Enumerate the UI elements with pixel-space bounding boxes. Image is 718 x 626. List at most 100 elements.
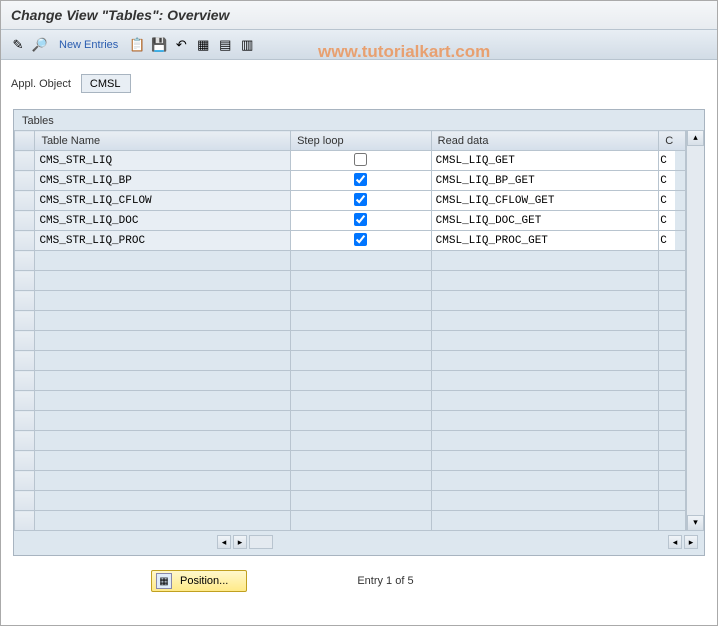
table-row (15, 151, 686, 171)
row-selector[interactable] (15, 491, 35, 511)
row-selector[interactable] (15, 251, 35, 271)
empty-cell (431, 331, 659, 351)
row-selector[interactable] (15, 451, 35, 471)
empty-cell (431, 451, 659, 471)
step-loop-checkbox[interactable] (354, 233, 367, 246)
entry-counter: Entry 1 of 5 (357, 575, 413, 587)
appl-object-label: Appl. Object (11, 78, 71, 90)
read-data-cell[interactable] (432, 231, 659, 250)
table-name-cell[interactable] (35, 171, 290, 190)
hscroll-left-icon[interactable]: ◂ (217, 535, 231, 549)
empty-cell (659, 291, 686, 311)
read-data-cell[interactable] (432, 211, 659, 230)
empty-cell (291, 251, 432, 271)
row-selector[interactable] (15, 351, 35, 371)
step-loop-checkbox[interactable] (354, 213, 367, 226)
col-c[interactable]: C (659, 131, 686, 151)
position-label: Position... (180, 575, 228, 587)
empty-cell (659, 451, 686, 471)
row-selector[interactable] (15, 291, 35, 311)
step-loop-checkbox[interactable] (354, 193, 367, 206)
cell-step-loop (291, 151, 432, 171)
table-name-cell[interactable] (35, 231, 290, 250)
empty-cell (35, 311, 291, 331)
hscroll-left2-icon[interactable]: ◂ (668, 535, 682, 549)
scroll-down-icon[interactable]: ▾ (687, 515, 704, 531)
scroll-track[interactable] (687, 146, 704, 515)
empty-cell (659, 471, 686, 491)
table-name-cell[interactable] (35, 191, 290, 210)
select-all-icon[interactable]: ▦ (194, 36, 212, 54)
row-selector[interactable] (15, 331, 35, 351)
empty-cell (291, 331, 432, 351)
vertical-scrollbar[interactable]: ▴ ▾ (686, 130, 704, 531)
c-cell[interactable] (659, 151, 675, 170)
row-selector[interactable] (15, 511, 35, 531)
row-selector[interactable] (15, 471, 35, 491)
select-block-icon[interactable]: ▤ (216, 36, 234, 54)
table-row (15, 231, 686, 251)
empty-cell (291, 411, 432, 431)
empty-cell (35, 271, 291, 291)
row-selector[interactable] (15, 171, 35, 191)
empty-cell (291, 451, 432, 471)
grid-caption: Tables (14, 110, 704, 130)
row-selector[interactable] (15, 371, 35, 391)
table-row-empty (15, 271, 686, 291)
read-data-cell[interactable] (432, 151, 659, 170)
position-button[interactable]: ▦ Position... (151, 570, 247, 592)
row-selector[interactable] (15, 391, 35, 411)
empty-cell (35, 251, 291, 271)
read-data-cell[interactable] (432, 191, 659, 210)
row-selector[interactable] (15, 411, 35, 431)
c-cell[interactable] (659, 211, 675, 230)
c-cell[interactable] (659, 171, 675, 190)
new-entries-button[interactable]: New Entries (53, 39, 124, 51)
row-selector[interactable] (15, 231, 35, 251)
cell-table-name (35, 231, 291, 251)
c-cell[interactable] (659, 231, 675, 250)
copy-icon[interactable]: 📋 (128, 36, 146, 54)
empty-cell (659, 391, 686, 411)
empty-cell (291, 471, 432, 491)
undo-icon[interactable]: ↶ (172, 36, 190, 54)
empty-cell (659, 351, 686, 371)
row-selector[interactable] (15, 191, 35, 211)
table-row-empty (15, 291, 686, 311)
display-icon[interactable]: 🔎 (31, 36, 49, 54)
empty-cell (431, 251, 659, 271)
filter-row: Appl. Object (1, 60, 717, 99)
row-selector[interactable] (15, 431, 35, 451)
scroll-up-icon[interactable]: ▴ (687, 130, 704, 146)
cell-table-name (35, 211, 291, 231)
col-selector[interactable] (15, 131, 35, 151)
empty-cell (35, 391, 291, 411)
empty-cell (431, 291, 659, 311)
read-data-cell[interactable] (432, 171, 659, 190)
c-cell[interactable] (659, 191, 675, 210)
empty-cell (659, 271, 686, 291)
col-read-data[interactable]: Read data (431, 131, 659, 151)
col-step-loop[interactable]: Step loop (291, 131, 432, 151)
row-selector[interactable] (15, 211, 35, 231)
table-name-cell[interactable] (35, 211, 290, 230)
hscroll-right2-icon[interactable]: ▸ (684, 535, 698, 549)
row-selector[interactable] (15, 151, 35, 171)
table-row-empty (15, 351, 686, 371)
empty-cell (291, 511, 432, 531)
row-selector[interactable] (15, 271, 35, 291)
empty-cell (35, 411, 291, 431)
table-name-cell[interactable] (35, 151, 290, 170)
step-loop-checkbox[interactable] (354, 153, 367, 166)
col-table-name[interactable]: Table Name (35, 131, 291, 151)
change-icon[interactable]: ✎ (9, 36, 27, 54)
cell-step-loop (291, 211, 432, 231)
step-loop-checkbox[interactable] (354, 173, 367, 186)
save-icon[interactable]: 💾 (150, 36, 168, 54)
empty-cell (659, 331, 686, 351)
deselect-icon[interactable]: ▥ (238, 36, 256, 54)
appl-object-field[interactable] (81, 74, 131, 93)
hscroll-right-icon[interactable]: ▸ (233, 535, 247, 549)
row-selector[interactable] (15, 311, 35, 331)
hscroll-track[interactable] (249, 535, 273, 549)
